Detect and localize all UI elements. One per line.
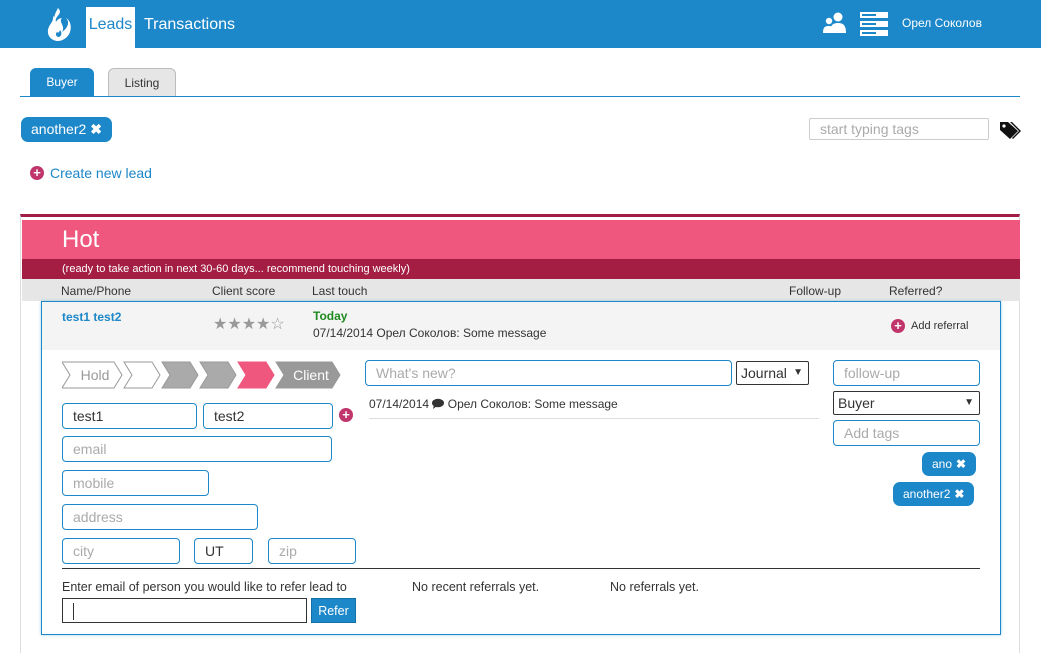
city-field[interactable] — [62, 538, 180, 564]
user-menu[interactable]: Орел Соколов — [902, 16, 982, 30]
dropdown-arrow-icon: ▼ — [964, 397, 974, 408]
col-last-touch[interactable]: Last touch — [312, 284, 367, 298]
client-score-stars[interactable]: ★★★★☆ — [213, 314, 285, 334]
lead-name[interactable]: test1 test2 — [62, 310, 121, 324]
stage-chevron[interactable]: Client — [275, 361, 341, 389]
note-type-value: Journal — [741, 365, 787, 381]
text-cursor — [73, 603, 74, 620]
last-name-field[interactable] — [203, 403, 333, 429]
section-title: Hot — [62, 226, 100, 253]
column-header-row: Name/Phone Client score Last touch Follo… — [22, 279, 1020, 301]
stage-chevron[interactable] — [199, 361, 237, 389]
remove-tag-icon[interactable]: ✖ — [956, 457, 966, 471]
last-touch-label: Today — [313, 309, 348, 323]
tags-icon[interactable] — [998, 120, 1022, 140]
remove-tag-icon[interactable]: ✖ — [90, 121, 102, 137]
nav-transactions[interactable]: Transactions — [144, 7, 235, 43]
stage-label: Hold — [81, 367, 110, 383]
star-icon[interactable]: ★ — [242, 316, 256, 333]
nav-leads[interactable]: Leads — [86, 7, 135, 48]
refer-email-input[interactable] — [62, 598, 307, 623]
comment-icon — [432, 398, 445, 409]
address-field[interactable] — [62, 504, 258, 530]
follow-up-field[interactable] — [833, 360, 980, 386]
mobile-field[interactable] — [62, 470, 209, 496]
last-touch-message: 07/14/2014 Орел Соколов: Some message — [313, 326, 547, 340]
refer-button[interactable]: Refer — [311, 598, 356, 623]
flame-logo-icon[interactable] — [44, 6, 76, 42]
section-header: Hot — [22, 220, 1020, 259]
stage-label: Client — [293, 367, 329, 383]
journal-entry: 07/14/2014 Орел Соколов: Some message — [369, 397, 618, 411]
tab-buyer[interactable]: Buyer — [30, 68, 94, 97]
no-recent-referrals: No recent referrals yet. — [412, 580, 540, 594]
section-subtitle: (ready to take action in next 30-60 days… — [22, 259, 1020, 279]
lead-tag[interactable]: ano ✖ — [922, 452, 977, 476]
remove-tag-icon[interactable]: ✖ — [954, 487, 964, 501]
add-name-icon[interactable]: + — [339, 408, 353, 422]
lead-card: test1 test2 ★★★★☆ Today 07/14/2014 Орел … — [41, 301, 1001, 635]
lead-tag[interactable]: another2 ✖ — [893, 482, 975, 506]
state-field[interactable] — [194, 538, 253, 564]
add-referral-link[interactable]: + Add referral — [891, 319, 968, 333]
lead-type-select[interactable]: Buyer ▼ — [833, 391, 980, 415]
users-icon[interactable] — [823, 11, 847, 35]
dropdown-arrow-icon: ▼ — [793, 367, 803, 378]
create-lead-label: Create new lead — [50, 165, 152, 181]
star-icon[interactable]: ★ — [227, 316, 241, 333]
no-referrals: No referrals yet. — [610, 580, 699, 594]
col-client-score[interactable]: Client score — [212, 284, 275, 298]
note-type-select[interactable]: Journal ▼ — [736, 361, 809, 385]
tab-listing[interactable]: Listing — [108, 68, 176, 97]
note-input[interactable] — [365, 360, 732, 386]
lead-tag-label: another2 — [903, 487, 951, 501]
col-referred[interactable]: Referred? — [889, 284, 942, 298]
top-nav-bar: Leads Transactions Орел Соколов — [0, 0, 1041, 48]
filter-tag-label: another2 — [31, 121, 87, 137]
add-tags-field[interactable] — [833, 420, 980, 446]
server-icon[interactable] — [860, 12, 888, 36]
tag-search-input[interactable] — [809, 118, 989, 140]
plus-circle-icon: + — [30, 166, 44, 180]
stage-chevron[interactable] — [123, 361, 161, 389]
star-icon[interactable]: ★ — [213, 316, 227, 333]
hot-leads-panel: Hot (ready to take action in next 30-60 … — [20, 214, 1020, 653]
tab-divider — [20, 96, 1020, 97]
stage-chevron[interactable] — [237, 361, 275, 389]
star-icon[interactable]: ★ — [256, 316, 270, 333]
lead-tag-label: ano — [932, 457, 953, 471]
stage-chevron[interactable]: Hold — [62, 361, 123, 389]
journal-date: 07/14/2014 — [369, 397, 430, 411]
lead-summary-row[interactable]: test1 test2 ★★★★☆ Today 07/14/2014 Орел … — [42, 302, 1000, 350]
add-referral-label: Add referral — [911, 320, 969, 332]
plus-circle-icon: + — [891, 319, 905, 333]
active-filter-tag[interactable]: another2 ✖ — [21, 117, 113, 142]
stage-chevron[interactable] — [161, 361, 199, 389]
col-follow-up[interactable]: Follow-up — [789, 284, 841, 298]
refer-label: Enter email of person you would like to … — [62, 580, 347, 594]
stage-progress: Hold Client — [62, 361, 341, 389]
first-name-field[interactable] — [62, 403, 197, 429]
star-icon[interactable]: ☆ — [270, 316, 284, 333]
journal-text: Орел Соколов: Some message — [447, 397, 618, 411]
journal-divider — [369, 418, 819, 419]
col-name-phone[interactable]: Name/Phone — [61, 284, 131, 298]
create-lead-link[interactable]: + Create new lead — [30, 165, 152, 181]
referral-divider — [62, 568, 980, 569]
zip-field[interactable] — [268, 538, 356, 564]
lead-type-value: Buyer — [838, 395, 875, 411]
email-field[interactable] — [62, 436, 332, 462]
